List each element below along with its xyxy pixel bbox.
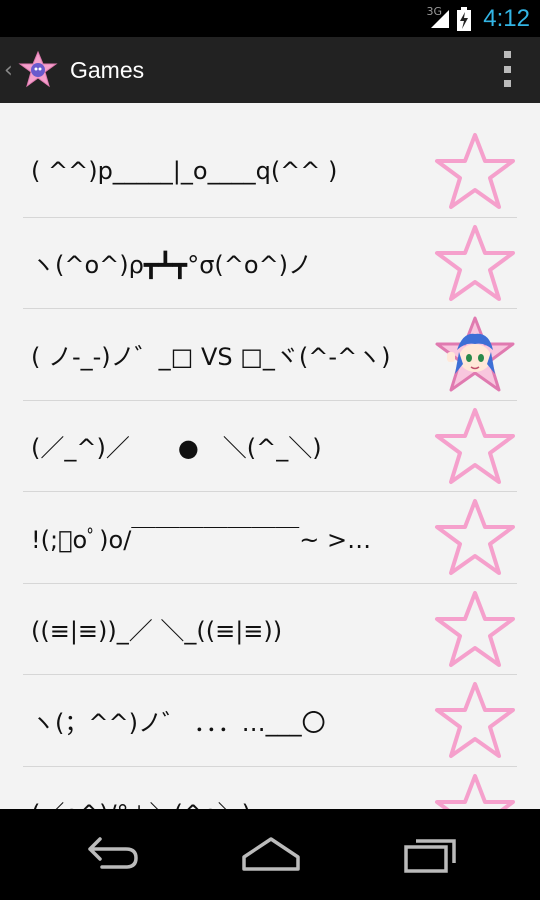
list-item[interactable]: !(;ﾟoﾟ)o/￣￣￣￣￣￣￣~ >…: [23, 492, 517, 584]
status-bar: 3G 4:12: [0, 0, 540, 37]
list-item[interactable]: ((≡|≡))_／ ＼_((≡|≡)): [23, 584, 517, 675]
action-bar: ‹ Games: [0, 37, 540, 103]
list-item[interactable]: ヽ(；^^)ノ゛ ．．．…___〇: [23, 675, 517, 767]
emoticon-text: !(;ﾟoﾟ)o/￣￣￣￣￣￣￣~ >…: [31, 525, 372, 554]
emoticon-text: ((≡|≡))_／ ＼_((≡|≡)): [31, 617, 283, 646]
anime-star-icon[interactable]: [433, 314, 517, 394]
star-outline-icon[interactable]: [433, 680, 517, 760]
list-item[interactable]: (／o^)/°⊥＼(^o＼): [23, 767, 517, 809]
star-outline-icon[interactable]: [433, 772, 517, 809]
page-title: Games: [70, 56, 145, 83]
emoticon-text: ヽ(；^^)ノ゛ ．．．…___〇: [31, 708, 326, 737]
star-outline-icon[interactable]: [433, 223, 517, 303]
status-clock: 4:12: [483, 4, 530, 32]
star-outline-icon[interactable]: [433, 131, 517, 211]
emoticon-text: (／_^)／ ● ＼(^_＼): [31, 434, 322, 463]
navigation-bar: [0, 809, 540, 900]
back-icon[interactable]: [78, 831, 148, 877]
list-item[interactable]: (／_^)／ ● ＼(^_＼): [23, 401, 517, 492]
app-logo-icon[interactable]: [18, 50, 58, 90]
emoticon-text: ( ^^)p_____|_o____q(^^ ): [31, 157, 338, 186]
home-icon[interactable]: [236, 831, 306, 877]
emoticon-list: ( ^^)p_____|_o____q(^^ ) ヽ(^o^)ρ┳┻┳°σ(^o…: [23, 126, 517, 809]
star-outline-icon[interactable]: [433, 589, 517, 669]
list-item[interactable]: ( ノ-_-)ノ゛_□ VS □_ヾ(^-^ヽ): [23, 309, 517, 401]
recent-apps-icon[interactable]: [398, 831, 468, 877]
up-navigation-icon[interactable]: ‹: [4, 58, 16, 83]
emoticon-list-container: ( ^^)p_____|_o____q(^^ ) ヽ(^o^)ρ┳┻┳°σ(^o…: [0, 103, 540, 809]
emoticon-text: ( ノ-_-)ノ゛_□ VS □_ヾ(^-^ヽ): [31, 342, 391, 371]
emoticon-text: (／o^)/°⊥＼(^o＼): [23, 794, 423, 809]
star-outline-icon[interactable]: [433, 406, 517, 486]
star-outline-icon[interactable]: [433, 497, 517, 577]
list-item[interactable]: ( ^^)p_____|_o____q(^^ ): [23, 126, 517, 218]
list-item[interactable]: ヽ(^o^)ρ┳┻┳°σ(^o^)ノ: [23, 218, 517, 309]
battery-charging-icon: [457, 6, 472, 31]
signal-icon: [431, 9, 450, 28]
emoticon-text: ヽ(^o^)ρ┳┻┳°σ(^o^)ノ: [31, 251, 313, 280]
overflow-menu-icon[interactable]: [502, 51, 512, 87]
